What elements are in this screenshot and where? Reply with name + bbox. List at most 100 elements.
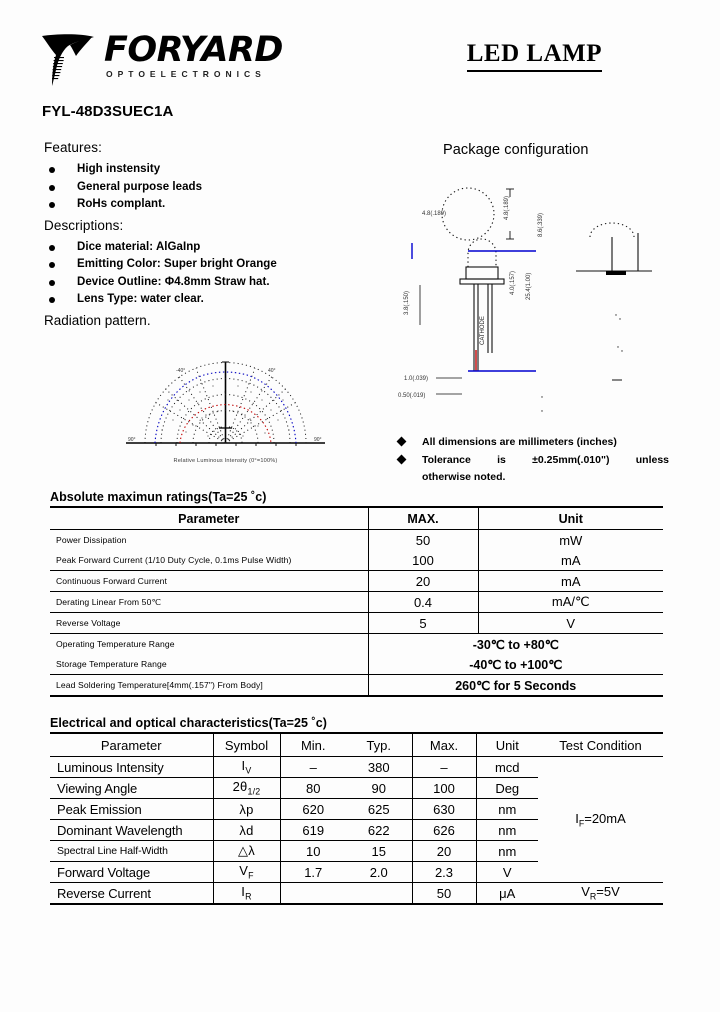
list-item: Device Outline: Φ4.8mm Straw hat. (44, 274, 374, 292)
cell-max: 50 (367, 529, 478, 550)
cell-max: 5 (367, 612, 478, 634)
package-configuration-title: Package configuration (443, 142, 589, 158)
note-tolerance: Tolerance is ±0.25mm(.010") unless (394, 452, 669, 469)
list-item: High instensity (44, 161, 374, 179)
table-header-row: Parameter Symbol Min. Typ. Max. Unit Tes… (50, 732, 663, 757)
cell-value-span: 260℃ for 5 Seconds (367, 674, 663, 697)
cell-typ: 90 (346, 777, 412, 799)
note-tolerance-continued: otherwise noted. (422, 471, 506, 483)
cell-typ: 625 (346, 798, 412, 820)
table-row: Lead Soldering Temperature[4mm(.157") Fr… (50, 674, 663, 697)
features-section: Features: High instensity General purpos… (44, 140, 374, 328)
column-header-symbol: Symbol (212, 732, 280, 757)
cell-parameter: Power Dissipation (50, 529, 368, 550)
cell-symbol: IR (212, 882, 280, 905)
cell-min: 620 (279, 798, 346, 820)
cell-value-span: -40℃ to +100℃ (367, 654, 663, 675)
cell-unit: mA (477, 550, 663, 571)
cell-unit: V (475, 861, 538, 883)
absolute-max-ratings-caption: Absolute maximun ratings(Ta=25 ˚c) (50, 490, 267, 504)
svg-text:0.50(.019): 0.50(.019) (398, 393, 425, 399)
table-row: Continuous Forward Current 20 mA (50, 570, 663, 592)
svg-text:3.8(.150): 3.8(.150) (404, 291, 410, 315)
svg-text:90°: 90° (128, 437, 136, 443)
cell-unit: μA (475, 882, 538, 905)
cell-parameter: Luminous Intensity (50, 756, 213, 778)
cell-min: 619 (279, 819, 346, 841)
cell-test-condition-main: IF=20mA (575, 810, 626, 829)
table-row: Storage Temperature Range -40℃ to +100℃ (50, 654, 663, 675)
list-item: Lens Type: water clear. (44, 291, 374, 309)
cell-unit: mA/℃ (477, 591, 663, 613)
cell-value-span: -30℃ to +80℃ (367, 633, 663, 654)
electrical-optical-section: Electrical and optical characteristics(T… (50, 716, 663, 905)
cell-parameter: Spectral Line Half-Width (50, 840, 213, 862)
cell-symbol: λd (212, 819, 280, 841)
note-tolerance-text: Tolerance is ±0.25mm(.010") unless (422, 453, 669, 466)
list-item: Emitting Color: Super bright Orange (44, 256, 374, 274)
column-header-max: MAX. (367, 506, 478, 530)
column-header-test-condition: Test Condition (538, 732, 663, 757)
cell-typ (346, 882, 412, 905)
table-header-row: Parameter MAX. Unit (50, 506, 663, 530)
radiation-pattern-heading: Radiation pattern. (44, 312, 151, 328)
cell-symbol: λp (212, 798, 280, 820)
cell-parameter: Lead Soldering Temperature[4mm(.157") Fr… (50, 674, 368, 697)
table-row: Luminous Intensity IV – 380 – mcd IF=20m… (50, 756, 663, 828)
cell-min: 1.7 (279, 861, 346, 883)
cell-parameter: Peak Emission (50, 798, 213, 820)
absolute-max-ratings-table: Parameter MAX. Unit Power Dissipation 50… (50, 506, 663, 697)
column-header-max: Max. (411, 732, 476, 757)
cell-typ: 380 (346, 756, 412, 778)
svg-text:90°: 90° (314, 437, 322, 443)
svg-text:4.8(.189): 4.8(.189) (422, 211, 446, 217)
cell-unit: nm (475, 840, 538, 862)
cell-parameter: Derating Linear From 50℃ (50, 591, 368, 613)
svg-text:25.4(1.00): 25.4(1.00) (526, 273, 532, 300)
radiation-pattern-chart: 90° 90° -40° 40° Relative Luminous Inten… (118, 340, 333, 470)
cell-symbol: △λ (212, 840, 280, 862)
electrical-optical-table: Parameter Symbol Min. Typ. Max. Unit Tes… (50, 732, 663, 905)
brand-tagline: OPTOELECTRONICS (106, 69, 266, 79)
column-header-typ: Typ. (346, 732, 412, 757)
column-header-parameter: Parameter (50, 732, 213, 757)
cell-parameter: Reverse Voltage (50, 612, 368, 634)
cell-unit: nm (475, 819, 538, 841)
column-header-unit: Unit (475, 732, 538, 757)
cell-unit: mW (477, 529, 663, 550)
cell-typ: 2.0 (346, 861, 412, 883)
svg-text:1.0(.039): 1.0(.039) (404, 376, 428, 382)
cell-min (279, 882, 346, 905)
cell-max: 626 (411, 819, 476, 841)
document-title: LED LAMP (466, 40, 602, 72)
page-header: FORYARD OPTOELECTRONICS LED LAMP (40, 24, 680, 96)
cell-max: 630 (411, 798, 476, 820)
table-row: Power Dissipation 50 mW (50, 529, 663, 550)
package-notes: All dimensions are millimeters (inches) … (394, 434, 669, 486)
table-row: Derating Linear From 50℃ 0.4 mA/℃ (50, 591, 663, 613)
cell-unit: Deg (475, 777, 538, 799)
cell-parameter: Reverse Current (50, 882, 213, 905)
column-header-unit: Unit (477, 506, 663, 530)
svg-text:4.8(.189): 4.8(.189) (504, 196, 510, 220)
list-item: RoHs complant. (44, 196, 374, 214)
cell-max: 100 (411, 777, 476, 799)
absolute-max-ratings-section: Absolute maximun ratings(Ta=25 ˚c) Param… (50, 490, 663, 697)
column-header-min: Min. (279, 732, 346, 757)
features-list: High instensity General purpose leads Ro… (44, 161, 374, 214)
cell-parameter: Storage Temperature Range (50, 654, 368, 675)
cell-test-condition-reverse: VR=5V (538, 882, 663, 905)
svg-text:CATHODE: CATHODE (480, 316, 486, 345)
cell-parameter: Peak Forward Current (1/10 Duty Cycle, 0… (50, 550, 368, 571)
cell-unit: V (477, 612, 663, 634)
svg-text:8.6(.339): 8.6(.339) (538, 213, 544, 237)
cell-symbol: 2θ1/2 (212, 777, 280, 799)
svg-text:40°: 40° (268, 368, 276, 374)
cell-max: 20 (367, 570, 478, 592)
cell-max: 20 (411, 840, 476, 862)
cell-max: 50 (411, 882, 476, 905)
brand-logo: FORYARD OPTOELECTRONICS (40, 26, 284, 88)
cell-unit: mA (477, 570, 663, 592)
svg-text:4.0(.157): 4.0(.157) (510, 271, 516, 295)
table-row: Operating Temperature Range -30℃ to +80℃ (50, 633, 663, 654)
